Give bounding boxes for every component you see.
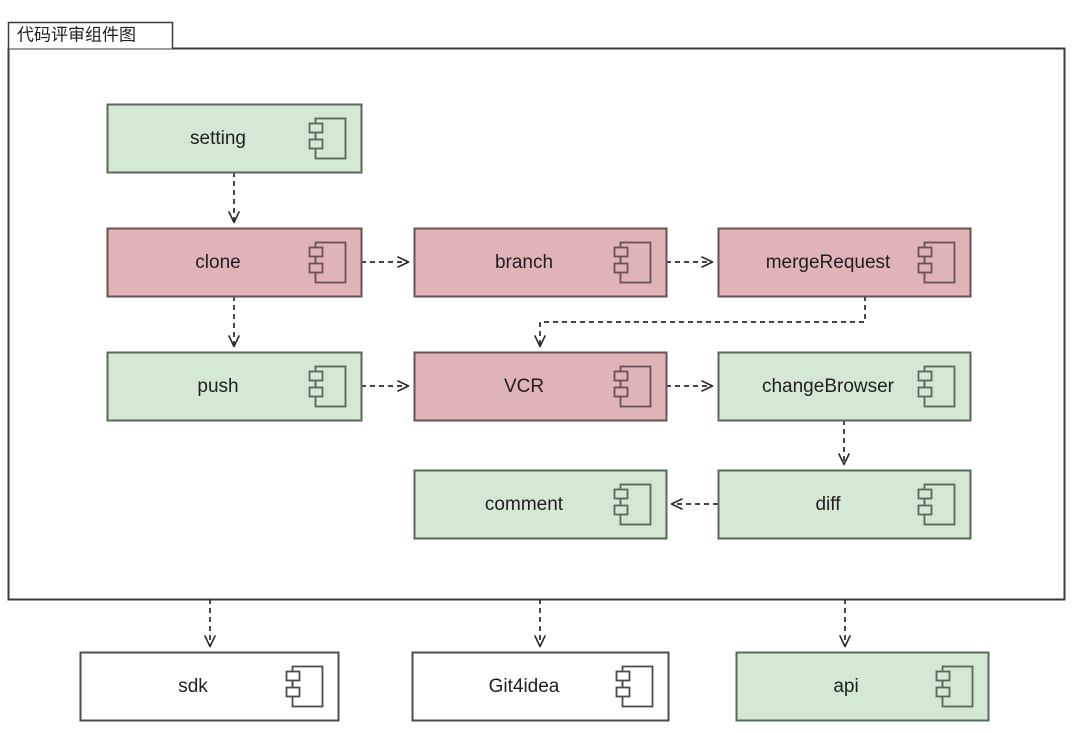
component-label: changeBrowser <box>762 376 895 397</box>
component-clone[interactable]: clone <box>106 227 363 298</box>
diagram-canvas: 代码评审组件图 setting clone branch mergeRequest pu… <box>7 21 1066 722</box>
component-label: Git4idea <box>489 676 560 697</box>
component-box[interactable] <box>717 469 972 540</box>
component-changeBrowser[interactable]: changeBrowser <box>717 351 972 422</box>
component-setting[interactable]: setting <box>106 103 363 174</box>
component-label: setting <box>190 128 246 149</box>
component-label: sdk <box>178 676 208 697</box>
component-label: api <box>833 676 858 697</box>
component-label: comment <box>485 494 564 515</box>
component-push[interactable]: push <box>106 351 363 422</box>
component-box[interactable] <box>735 651 990 722</box>
component-label: VCR <box>504 376 544 397</box>
component-branch[interactable]: branch <box>413 227 668 298</box>
component-diagram: 代码评审组件图 setting clone branch mergeRequest pu… <box>0 0 1080 733</box>
component-label: clone <box>195 252 240 273</box>
component-sdk[interactable]: sdk <box>79 651 340 722</box>
frame-title-label: 代码评审组件图 <box>17 25 136 44</box>
component-mergeRequest[interactable]: mergeRequest <box>717 227 972 298</box>
component-label: branch <box>495 252 553 273</box>
component-Git4idea[interactable]: Git4idea <box>411 651 670 722</box>
component-VCR[interactable]: VCR <box>413 351 668 422</box>
component-label: diff <box>815 494 841 515</box>
component-label: push <box>197 376 238 397</box>
component-api[interactable]: api <box>735 651 990 722</box>
component-diff[interactable]: diff <box>717 469 972 540</box>
component-comment[interactable]: comment <box>413 469 668 540</box>
component-box[interactable] <box>79 651 340 722</box>
component-label: mergeRequest <box>766 252 891 273</box>
